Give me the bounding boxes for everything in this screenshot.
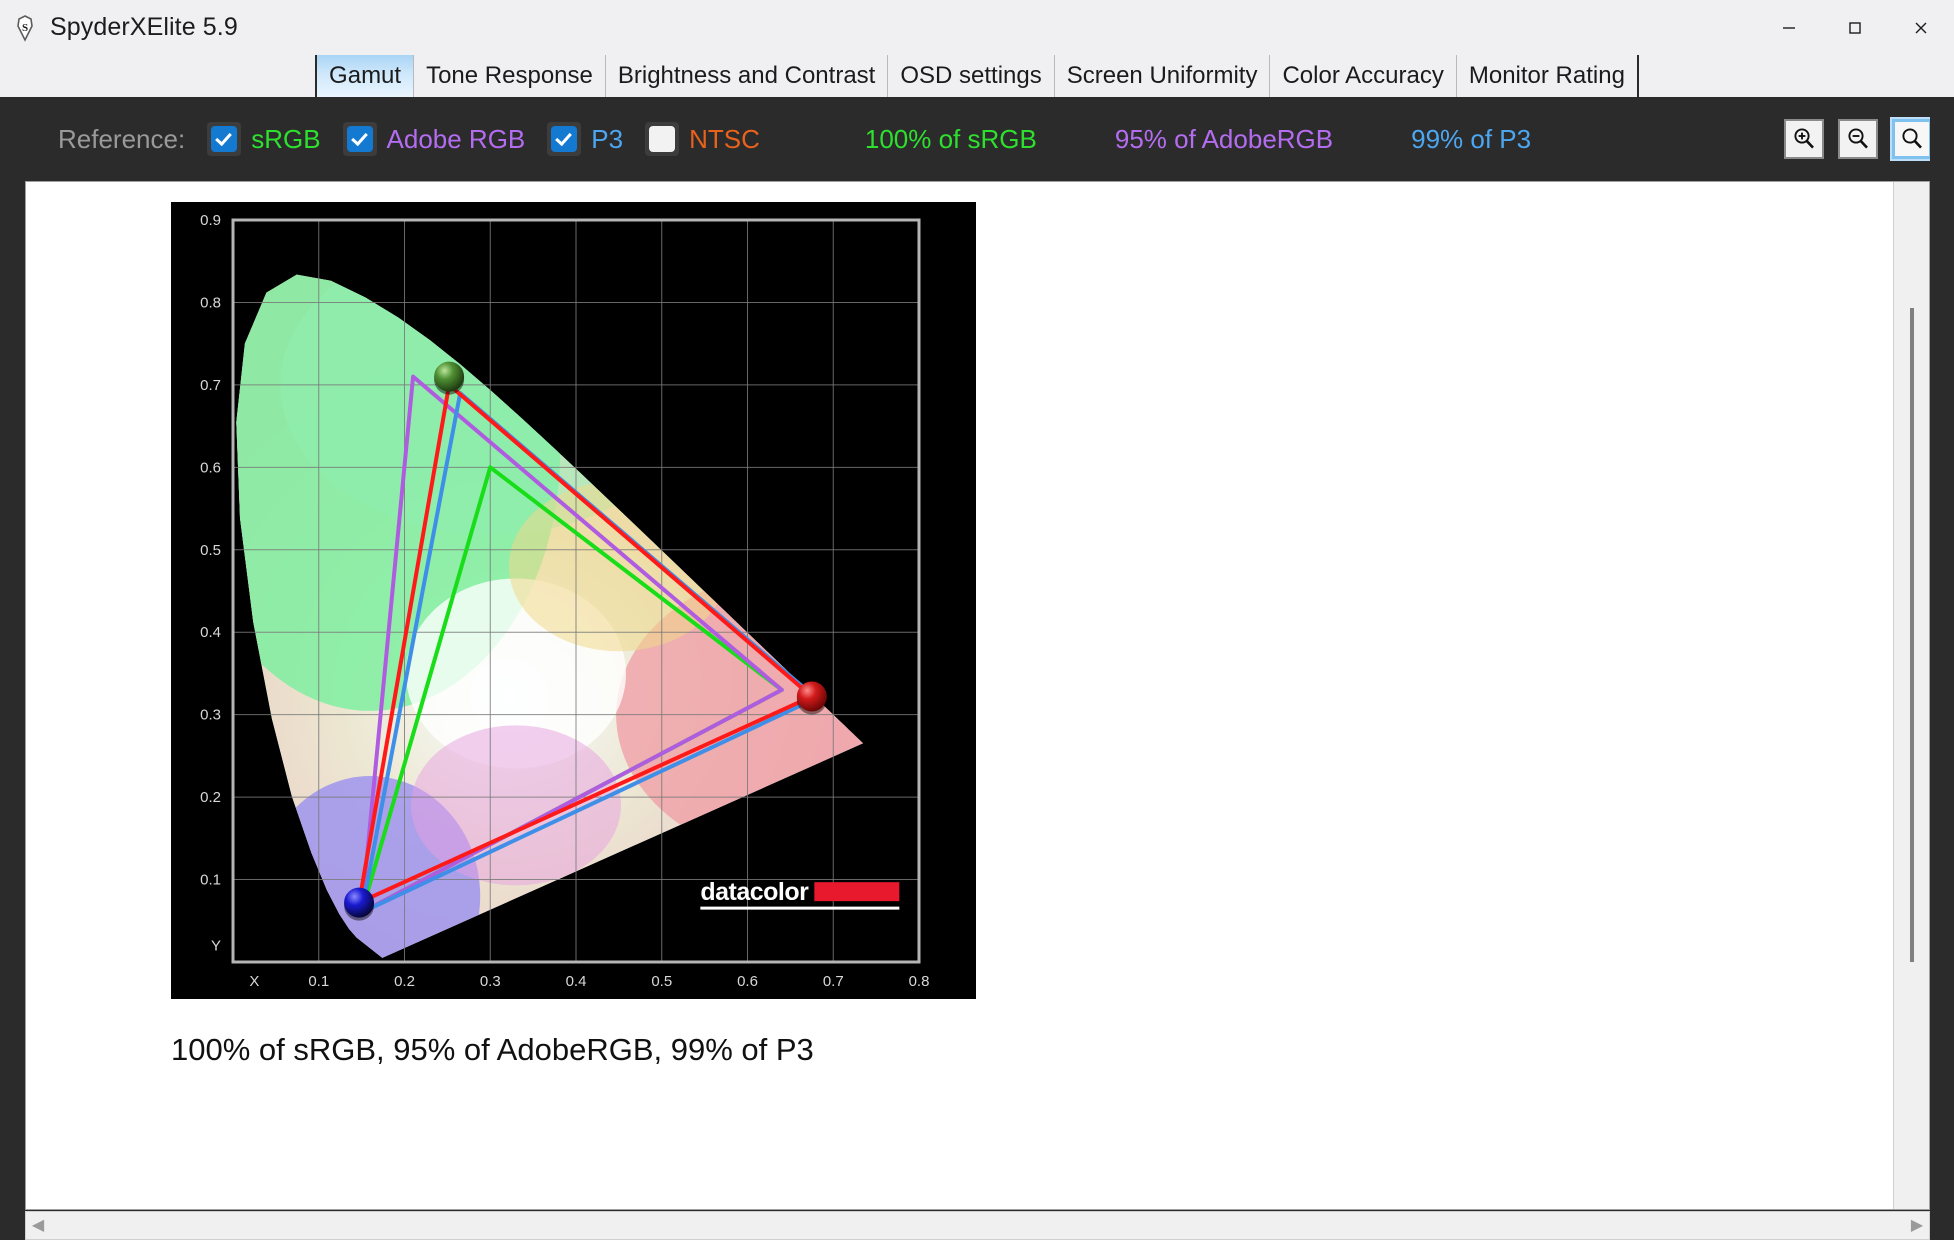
coverage-readout-group: 100% of sRGB 95% of AdobeRGB 99% of P3 [760,124,1531,155]
tab-brightness-and-contrast[interactable]: Brightness and Contrast [606,55,888,97]
tab-gamut[interactable]: Gamut [317,55,414,97]
zoom-out-icon[interactable] [1838,119,1878,159]
coverage-readout-1: 100% of sRGB [865,124,1037,155]
tab-strip: GamutTone ResponseBrightness and Contras… [0,55,1954,97]
svg-text:0.8: 0.8 [200,294,221,311]
tab-list: GamutTone ResponseBrightness and Contras… [315,55,1639,97]
title-bar: S SpyderXElite 5.9 [0,0,1954,55]
reference-label-adobe-rgb: Adobe RGB [387,124,526,155]
reference-item-adobe-rgb[interactable]: Adobe RGB [343,122,526,156]
tab-monitor-rating[interactable]: Monitor Rating [1457,55,1639,97]
svg-text:0.8: 0.8 [909,973,930,990]
reference-label: Reference: [58,124,185,155]
zoom-reset-icon[interactable] [1892,119,1932,159]
reference-checkbox-group: sRGB Adobe RGB P3 NTSC [185,122,760,156]
svg-text:0.4: 0.4 [566,973,587,990]
tab-color-accuracy[interactable]: Color Accuracy [1270,55,1456,97]
reference-item-srgb[interactable]: sRGB [207,122,320,156]
gamut-chart: 0.1 0.2 0.3 0.4 0.5 0.6 0.7 0.8 0.9 Y 0.1 0.2 0.3 0.4… [171,202,976,999]
tab-screen-uniformity[interactable]: Screen Uniformity [1055,55,1271,97]
svg-text:0.6: 0.6 [737,973,758,990]
tab-tone-response[interactable]: Tone Response [414,55,606,97]
svg-text:0.2: 0.2 [394,973,415,990]
right-edge-filler [1930,97,1954,1240]
svg-text:0.1: 0.1 [308,973,329,990]
coverage-readout-2: 95% of AdobeRGB [1115,124,1333,155]
horizontal-scrollbar[interactable]: ◀ ▶ [25,1211,1930,1240]
zoom-button-group [1784,119,1932,159]
svg-text:0.1: 0.1 [200,872,221,889]
reference-label-p3: P3 [591,124,623,155]
svg-text:0.4: 0.4 [200,624,221,641]
checkbox-p3[interactable] [547,122,581,156]
svg-text:X: X [249,973,259,990]
coverage-readout-3: 99% of P3 [1411,124,1531,155]
svg-text:0.5: 0.5 [651,973,672,990]
reference-item-ntsc[interactable]: NTSC [645,122,760,156]
coverage-caption: 100% of sRGB, 95% of AdobeRGB, 99% of P3 [171,1032,814,1068]
svg-text:0.5: 0.5 [200,542,221,559]
svg-text:Y: Y [211,938,221,955]
vertical-scrollbar-thumb[interactable] [1910,308,1914,962]
tab-osd-settings[interactable]: OSD settings [888,55,1054,97]
window-title: SpyderXElite 5.9 [50,13,238,42]
minimize-button[interactable] [1756,0,1822,55]
reference-item-p3[interactable]: P3 [547,122,623,156]
svg-text:0.9: 0.9 [200,212,221,229]
content-panel: 0.1 0.2 0.3 0.4 0.5 0.6 0.7 0.8 0.9 Y 0.1 0.2 0.3 0.4… [25,181,1930,1210]
svg-text:0.3: 0.3 [480,973,501,990]
reference-label-srgb: sRGB [251,124,320,155]
left-edge-filler [0,97,25,1240]
svg-text:S: S [22,22,28,34]
checkbox-srgb[interactable] [207,122,241,156]
svg-text:0.7: 0.7 [200,377,221,394]
scroll-left-arrow-icon[interactable]: ◀ [26,1218,50,1234]
checkbox-ntsc[interactable] [645,122,679,156]
spyder-app-window: S SpyderXElite 5.9 GamutTone ResponseBri… [0,0,1954,1240]
maximize-button[interactable] [1822,0,1888,55]
window-controls [1756,0,1954,55]
checkbox-adobe-rgb[interactable] [343,122,377,156]
spyder-logo-icon: S [10,13,40,43]
svg-text:0.3: 0.3 [200,707,221,724]
reference-toolbar: Reference: sRGB Adobe RGB P3 NTSC 100% of s… [0,97,1954,181]
svg-text:datacolor: datacolor [700,878,809,906]
svg-text:0.7: 0.7 [823,973,844,990]
cie-chromaticity-plot: 0.1 0.2 0.3 0.4 0.5 0.6 0.7 0.8 0.9 Y 0.1 0.2 0.3 0.4… [171,202,976,999]
reference-label-ntsc: NTSC [689,124,760,155]
vertical-scrollbar[interactable] [1893,182,1929,1209]
svg-text:0.2: 0.2 [200,789,221,806]
close-button[interactable] [1888,0,1954,55]
svg-text:0.6: 0.6 [200,459,221,476]
zoom-in-icon[interactable] [1784,119,1824,159]
scroll-right-arrow-icon[interactable]: ▶ [1905,1218,1929,1234]
